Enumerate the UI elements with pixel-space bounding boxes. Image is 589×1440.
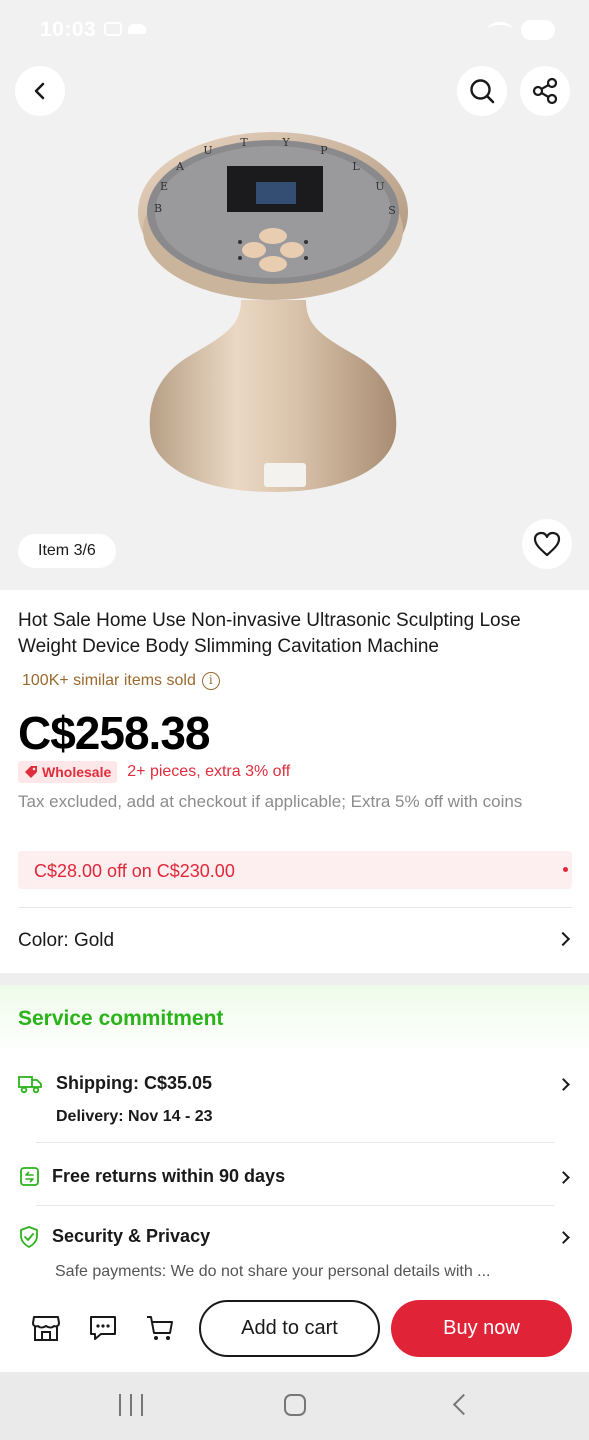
service-title: Service commitment <box>18 1007 224 1030</box>
chevron-left-icon <box>34 82 45 100</box>
shipping-row[interactable]: Shipping: C$35.05 Delivery: Nov 14 - 23 <box>18 1071 572 1141</box>
chevron-right-icon <box>555 931 571 947</box>
back-button[interactable] <box>15 66 65 116</box>
wifi-icon <box>487 22 513 38</box>
divider <box>36 1205 554 1206</box>
buy-now-button[interactable]: Buy now <box>391 1300 572 1357</box>
search-icon <box>470 79 495 104</box>
wholesale-row: Wholesale 2+ pieces, extra 3% off <box>18 761 290 783</box>
recent-apps-button[interactable] <box>119 1394 143 1416</box>
chevron-right-icon <box>557 1078 570 1091</box>
coupon-text: C$28.00 off on C$230.00 <box>34 861 235 881</box>
shield-icon <box>20 1226 38 1248</box>
divider <box>36 1142 554 1143</box>
service-commitment-section: Service commitment Shipping: C$35.05 Del… <box>0 985 589 1295</box>
cloud-icon <box>128 24 146 34</box>
product-title: Hot Sale Home Use Non-invasive Ultrasoni… <box>18 610 521 657</box>
wishlist-button[interactable] <box>522 519 572 569</box>
svg-text:E: E <box>160 180 168 193</box>
wholesale-offer: 2+ pieces, extra 3% off <box>127 763 291 780</box>
item-counter: Item 3/6 <box>18 534 116 568</box>
color-selector[interactable]: Color: Gold <box>18 918 572 964</box>
status-time: 10:03 <box>40 18 97 41</box>
returns-row[interactable]: Free returns within 90 days <box>18 1165 572 1205</box>
info-icon[interactable]: i <box>201 672 220 690</box>
tag-icon <box>25 766 37 778</box>
chevron-right-icon <box>557 1231 570 1244</box>
system-navigation-bar <box>0 1372 589 1440</box>
product-image-gallery[interactable]: 10:03 B E A U T Y P L U S Item 3/6 <box>0 0 589 590</box>
truck-icon <box>18 1076 42 1094</box>
search-button[interactable] <box>457 66 507 116</box>
cart-icon[interactable] <box>145 1314 175 1342</box>
bottom-action-bar: Add to cart Buy now <box>0 1286 589 1372</box>
sold-count[interactable]: 100K+ similar items sold i <box>22 672 220 690</box>
section-separator <box>0 973 589 985</box>
svg-text:U: U <box>375 180 384 193</box>
coupon-indicator <box>563 867 568 872</box>
add-to-cart-button[interactable]: Add to cart <box>199 1300 380 1357</box>
wholesale-badge: Wholesale <box>18 761 118 783</box>
svg-text:L: L <box>352 160 360 173</box>
status-bar: 10:03 <box>0 0 589 60</box>
svg-text:A: A <box>175 160 185 173</box>
status-icons <box>487 20 555 40</box>
chat-icon[interactable] <box>88 1314 118 1342</box>
home-button[interactable] <box>284 1394 306 1416</box>
product-photo: B E A U T Y P L U S <box>138 132 408 492</box>
chevron-right-icon <box>557 1171 570 1184</box>
product-price: C$258.38 <box>18 707 210 759</box>
store-icon[interactable] <box>31 1314 61 1342</box>
screenshot-icon <box>104 22 122 36</box>
share-button[interactable] <box>520 66 570 116</box>
shipping-cost: Shipping: C$35.05 <box>56 1073 213 1093</box>
wholesale-badge-label: Wholesale <box>42 764 112 780</box>
battery-icon <box>521 20 555 40</box>
color-label: Color: Gold <box>18 930 115 951</box>
divider <box>18 907 572 908</box>
security-label: Security & Privacy <box>52 1226 211 1246</box>
coupon-banner[interactable]: C$28.00 off on C$230.00 <box>18 851 572 889</box>
share-icon <box>532 77 558 105</box>
sold-count-label: 100K+ similar items sold <box>22 672 196 689</box>
return-icon <box>20 1167 39 1186</box>
svg-text:T: T <box>240 136 248 149</box>
tax-note: Tax excluded, add at checkout if applica… <box>18 792 523 811</box>
svg-text:U: U <box>203 144 212 157</box>
svg-text:P: P <box>320 144 328 157</box>
security-row[interactable]: Security & Privacy Safe payments: We do … <box>18 1225 572 1285</box>
delivery-date: Delivery: Nov 14 - 23 <box>56 1108 213 1125</box>
back-nav-button[interactable] <box>452 1393 475 1416</box>
returns-label: Free returns within 90 days <box>52 1166 286 1186</box>
svg-text:Y: Y <box>281 136 290 149</box>
security-description: Safe payments: We do not share your pers… <box>55 1263 491 1280</box>
svg-text:S: S <box>388 204 396 217</box>
svg-text:B: B <box>154 202 162 215</box>
heart-icon <box>533 531 561 557</box>
